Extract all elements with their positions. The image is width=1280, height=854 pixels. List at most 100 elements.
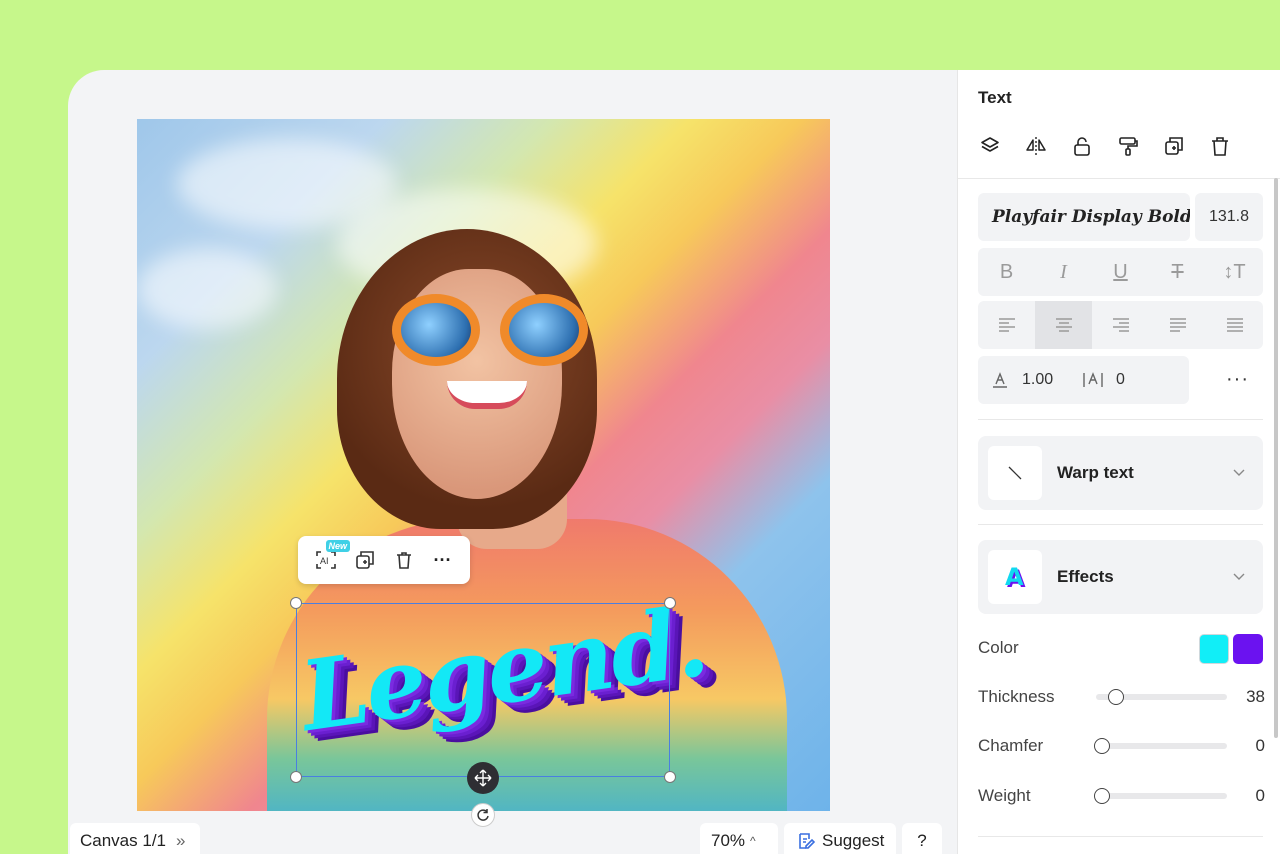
more-icon: ··· <box>433 549 452 570</box>
layers-button[interactable] <box>978 134 1002 158</box>
chamfer-slider-knob[interactable] <box>1094 738 1110 754</box>
resize-handle-tr[interactable] <box>664 597 676 609</box>
thickness-value[interactable]: 38 <box>1246 687 1265 707</box>
panel-toolbar <box>978 134 1232 158</box>
effects-label: Effects <box>1057 567 1114 586</box>
text-case-icon: ↕T <box>1223 260 1246 283</box>
trash-icon <box>396 552 411 569</box>
duplicate-icon <box>1165 137 1183 155</box>
svg-text:AI: AI <box>320 556 329 566</box>
format-painter-button[interactable] <box>1116 134 1140 158</box>
ai-tool-button[interactable]: AI New <box>312 540 351 574</box>
warp-text-label: Warp text <box>1057 463 1134 482</box>
bold-icon: B <box>999 260 1014 283</box>
panel-title: Text <box>978 88 1012 107</box>
zoom-value: 70% <box>711 831 746 850</box>
underline-button[interactable]: U <box>1092 248 1149 296</box>
weight-label: Weight <box>978 786 1031 805</box>
suggest-button[interactable]: Suggest <box>784 823 896 854</box>
chamfer-row: Chamfer 0 <box>978 731 1265 761</box>
resize-handle-br[interactable] <box>664 771 676 783</box>
chevron-down-icon <box>1233 568 1245 584</box>
help-icon: ? <box>917 831 927 850</box>
rotate-handle[interactable] <box>471 803 495 827</box>
resize-handle-tl[interactable] <box>290 597 302 609</box>
weight-slider-knob[interactable] <box>1094 788 1110 804</box>
duplicate-layer-button[interactable] <box>1162 134 1186 158</box>
line-height-icon <box>993 372 1007 388</box>
flip-icon <box>1026 137 1046 155</box>
thickness-slider[interactable] <box>1096 689 1227 705</box>
move-icon <box>474 769 492 787</box>
alignment-group <box>978 301 1263 349</box>
divider <box>978 524 1263 525</box>
thickness-label: Thickness <box>978 687 1055 706</box>
divider <box>978 419 1263 420</box>
panel-scrollbar[interactable] <box>1274 178 1278 738</box>
underline-icon: U <box>1113 260 1128 283</box>
italic-button[interactable]: I <box>1035 248 1092 296</box>
effects-thumbnail: A A <box>988 550 1042 604</box>
color-swatch-secondary[interactable] <box>1233 634 1263 664</box>
line-height-value[interactable]: 1.00 <box>1022 371 1082 389</box>
delete-button[interactable] <box>390 546 418 574</box>
chamfer-slider[interactable] <box>1094 738 1227 754</box>
flip-button[interactable] <box>1024 134 1048 158</box>
weight-value[interactable]: 0 <box>1256 786 1265 806</box>
trash-icon <box>1212 137 1228 156</box>
align-right-icon <box>1112 318 1129 332</box>
sunglasses <box>392 294 592 374</box>
justify-icon <box>1169 318 1186 332</box>
justify-button[interactable] <box>1149 301 1206 349</box>
warp-text-section[interactable]: Warp text <box>978 436 1263 510</box>
canvas-page-label: Canvas 1/1 <box>80 831 166 850</box>
weight-slider[interactable] <box>1094 788 1227 804</box>
suggest-label: Suggest <box>822 831 885 850</box>
chamfer-value[interactable]: 0 <box>1256 736 1265 756</box>
resize-handle-bl[interactable] <box>290 771 302 783</box>
align-left-button[interactable] <box>978 301 1035 349</box>
more-options-button[interactable]: ··· <box>1226 368 1249 391</box>
divider <box>978 836 1263 837</box>
layers-icon <box>981 137 999 152</box>
duplicate-icon <box>355 551 374 569</box>
spacing-controls: 1.00 0 <box>978 356 1189 404</box>
strikethrough-button[interactable]: T <box>1149 248 1206 296</box>
element-mini-toolbar: AI New ··· <box>298 536 470 584</box>
more-button[interactable]: ··· <box>429 546 457 574</box>
chevron-up-icon: ^ <box>750 834 756 848</box>
font-size-input[interactable]: 131.8 <box>1195 193 1263 241</box>
strikethrough-icon: T <box>1171 260 1184 283</box>
help-button[interactable]: ? <box>902 823 942 854</box>
lock-button[interactable] <box>1070 134 1094 158</box>
thickness-slider-knob[interactable] <box>1107 689 1124 705</box>
justify-all-button[interactable] <box>1206 301 1263 349</box>
suggest-icon <box>799 833 816 849</box>
align-left-icon <box>998 318 1015 332</box>
effects-section[interactable]: A A Effects <box>978 540 1263 614</box>
zoom-control[interactable]: 70% ^ <box>700 823 778 854</box>
thickness-row: Thickness 38 <box>978 682 1265 712</box>
align-center-icon <box>1055 318 1072 332</box>
color-swatch-primary[interactable] <box>1199 634 1229 664</box>
bold-button[interactable]: B <box>978 248 1035 296</box>
font-family-select[interactable]: Playfair Display BoldI <box>978 193 1190 241</box>
italic-icon: I <box>1060 260 1067 283</box>
divider <box>958 178 1280 179</box>
svg-text:A: A <box>1005 563 1024 591</box>
chamfer-label: Chamfer <box>978 736 1044 755</box>
chevron-down-icon <box>1233 464 1245 480</box>
align-right-button[interactable] <box>1092 301 1149 349</box>
letter-spacing-value[interactable]: 0 <box>1116 371 1125 389</box>
effect-letter-icon: A A <box>1005 563 1026 591</box>
move-handle[interactable] <box>467 762 499 794</box>
new-badge: New <box>325 540 351 552</box>
paint-roller-icon <box>1119 137 1138 156</box>
color-label: Color <box>978 638 1019 657</box>
text-case-button[interactable]: ↕T <box>1206 248 1263 296</box>
align-center-button[interactable] <box>1035 301 1092 349</box>
delete-layer-button[interactable] <box>1208 134 1232 158</box>
warp-text-thumbnail <box>988 446 1042 500</box>
duplicate-button[interactable] <box>351 546 379 574</box>
canvas-pager[interactable]: Canvas 1/1 » <box>70 823 200 854</box>
